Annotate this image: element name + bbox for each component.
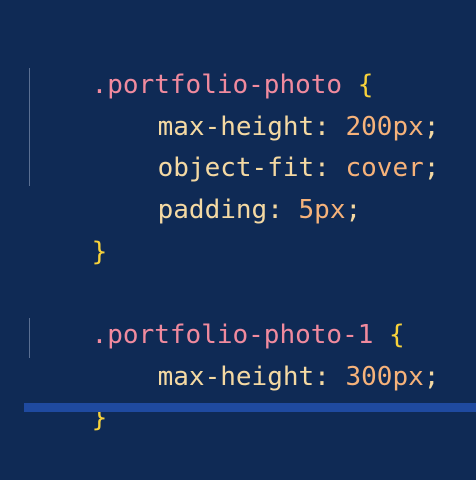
code-line-5[interactable]: } (0, 191, 108, 267)
close-brace: } (91, 237, 108, 267)
current-line-highlight (24, 403, 476, 412)
colon: : (267, 195, 283, 225)
code-line-1[interactable]: .portfolio-photo { (0, 24, 374, 100)
css-value: 300px (345, 362, 424, 392)
colon: : (314, 362, 330, 392)
code-editor[interactable]: .portfolio-photo { max-height: 200px; ob… (0, 0, 476, 433)
semicolon: ; (423, 362, 440, 392)
semicolon: ; (423, 153, 440, 183)
code-line-4[interactable]: padding: 5px; (0, 149, 362, 225)
css-property: max-height (157, 362, 315, 392)
code-line-3[interactable]: object-fit: cover; (0, 107, 440, 183)
code-line-7[interactable]: .portfolio-photo-1 { (0, 274, 405, 350)
semicolon: ; (345, 195, 362, 225)
code-line-9[interactable]: } (0, 357, 108, 433)
css-value: 5px (298, 195, 346, 225)
code-line-8[interactable]: max-height: 300px; (0, 316, 440, 392)
code-line-2[interactable]: max-height: 200px; (0, 66, 440, 142)
css-property: padding (157, 195, 268, 225)
